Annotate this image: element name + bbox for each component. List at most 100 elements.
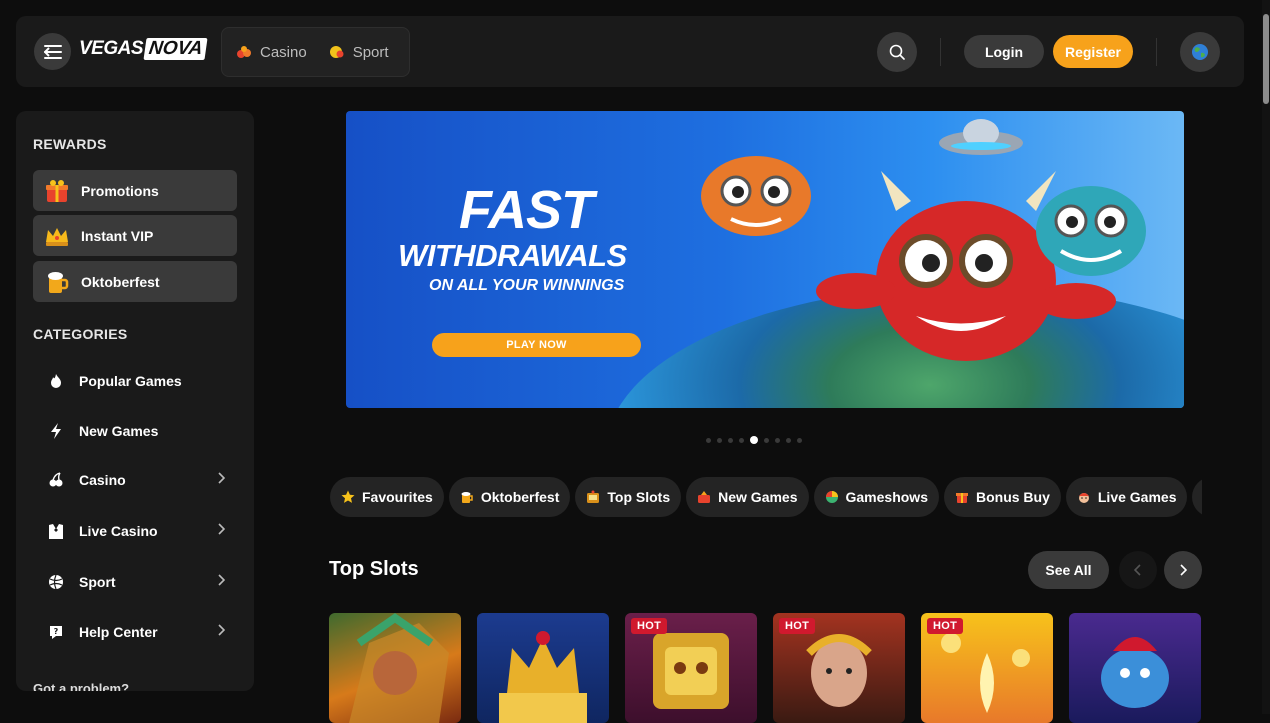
sidebar-item-instant-vip[interactable]: Instant VIP: [33, 215, 237, 256]
hot-badge: HOT: [927, 618, 964, 634]
rewards-title: REWARDS: [33, 136, 107, 152]
game-card[interactable]: [329, 613, 461, 723]
sidebar-item-popular-games[interactable]: Popular Games: [33, 363, 237, 399]
chip-bonus-buy[interactable]: Bonus Buy: [943, 477, 1061, 517]
new-icon: [698, 491, 711, 503]
see-all-button[interactable]: See All: [1028, 551, 1109, 589]
carousel-prev-button[interactable]: [1119, 551, 1157, 589]
sidebar-item-label: Live Casino: [79, 523, 158, 539]
nav-casino-label: Casino: [260, 43, 307, 61]
help-icon: ?: [50, 626, 62, 639]
carousel-dot[interactable]: [797, 437, 802, 443]
chip-label: Gameshows: [845, 489, 928, 505]
chip-live-games[interactable]: Live Games: [1065, 477, 1188, 517]
sidebar-item-label: Casino: [79, 472, 126, 488]
header-divider: [1156, 38, 1157, 66]
chip-gameshows[interactable]: Gameshows: [813, 477, 939, 517]
sidebar-item-label: Help Center: [79, 624, 158, 640]
chip-new-games[interactable]: New Games: [686, 477, 809, 517]
chevron-right-icon: [218, 574, 225, 586]
chip-label: Favourites: [362, 489, 433, 505]
sidebar-item-help-center[interactable]: ? Help Center: [33, 614, 237, 650]
game-card[interactable]: HOT: [773, 613, 905, 723]
banner-tagline: ON ALL YOUR WINNINGS: [429, 277, 625, 294]
slot-icon: [587, 490, 600, 503]
carousel-dot[interactable]: [775, 437, 780, 443]
section-title-top-slots: Top Slots: [329, 558, 419, 580]
globe-icon: [1192, 44, 1208, 60]
game-card[interactable]: [1069, 613, 1201, 723]
wild-crown-art: [499, 631, 587, 723]
game-card[interactable]: HOT: [921, 613, 1053, 723]
nav-sport-link[interactable]: Sport: [329, 44, 389, 61]
casino-icon: [237, 46, 251, 58]
promo-banner[interactable]: FAST WITHDRAWALS ON ALL YOUR WINNINGS PL…: [346, 111, 1184, 408]
sidebar-item-live-casino[interactable]: Live Casino: [33, 513, 237, 549]
search-button[interactable]: [877, 32, 917, 72]
sidebar-item-label: Popular Games: [79, 373, 182, 389]
categories-title: CATEGORIES: [33, 326, 128, 342]
gift-icon: [41, 175, 73, 207]
chip-oktoberfest[interactable]: Oktoberfest: [448, 477, 571, 517]
problem-text: Got a problem?: [33, 681, 130, 691]
wheel-icon: [825, 491, 838, 503]
carousel-dot[interactable]: [786, 437, 791, 443]
crown-icon: [41, 220, 73, 252]
sport-icon: [329, 46, 344, 58]
nav-casino-link[interactable]: Casino: [236, 44, 307, 61]
chip-more[interactable]: [1192, 477, 1202, 517]
carousel-dot[interactable]: [739, 437, 744, 443]
sidebar-item-label: Oktoberfest: [81, 273, 160, 290]
register-button[interactable]: Register: [1053, 35, 1133, 68]
menu-button[interactable]: [34, 33, 71, 70]
chip-top-slots[interactable]: Top Slots: [575, 477, 682, 517]
svg-text:?: ?: [54, 627, 59, 636]
main-nav: Casino Sport: [221, 27, 410, 77]
carousel-dot[interactable]: [717, 437, 722, 443]
sidebar-item-new-games[interactable]: New Games: [33, 413, 237, 449]
flame-icon: [51, 374, 61, 388]
search-icon: [889, 44, 905, 60]
aztec-warrior-art: [349, 613, 449, 723]
chip-label: Oktoberfest: [480, 489, 560, 505]
category-chip-bar: Favourites Oktoberfest Top Slots New Gam…: [330, 477, 1202, 519]
carousel-dot[interactable]: [750, 436, 758, 444]
scrollbar-thumb[interactable]: [1263, 14, 1269, 104]
chip-label: New Games: [718, 489, 798, 505]
chip-label: Bonus Buy: [975, 489, 1050, 505]
carousel-dot[interactable]: [764, 437, 769, 443]
orange-creature-mascot: [701, 156, 811, 236]
carousel-dots: [706, 436, 802, 444]
page-scrollbar[interactable]: [1262, 0, 1270, 714]
chip-favourites[interactable]: Favourites: [330, 477, 444, 517]
chevron-right-icon: [218, 624, 225, 636]
play-now-button[interactable]: PLAY NOW: [432, 333, 641, 357]
logo-text-nova: NOVA: [143, 38, 209, 60]
beer-icon: [41, 266, 73, 298]
game-card[interactable]: HOT: [625, 613, 757, 723]
language-button[interactable]: [1180, 32, 1220, 72]
ball-icon: [49, 574, 63, 590]
header-divider: [940, 38, 941, 66]
logo-text-vegas: VEGAS: [79, 38, 144, 59]
sidebar-item-casino[interactable]: Casino: [33, 462, 237, 498]
top-header: VEGAS NOVA Casino Sport Login Register: [16, 16, 1244, 87]
sidebar-item-label: Sport: [79, 574, 116, 590]
carousel-dot[interactable]: [706, 437, 711, 443]
sidebar-item-promotions[interactable]: Promotions: [33, 170, 237, 211]
live-icon: [1078, 493, 1089, 503]
carousel-next-button[interactable]: [1164, 551, 1202, 589]
sidebar-item-label: Instant VIP: [81, 227, 154, 244]
chevron-right-icon: [218, 472, 225, 484]
vegasnova-logo[interactable]: VEGAS NOVA: [79, 38, 209, 60]
ufo-illustration: [939, 119, 1023, 155]
chip-label: Live Games: [1097, 489, 1177, 505]
hot-badge: HOT: [631, 618, 668, 634]
sidebar: REWARDS Promotions Instant VIP Oktoberfe…: [16, 111, 254, 691]
carousel-dot[interactable]: [728, 437, 733, 443]
sidebar-item-sport[interactable]: Sport: [33, 564, 237, 600]
sidebar-item-oktoberfest[interactable]: Oktoberfest: [33, 261, 237, 302]
login-button[interactable]: Login: [964, 35, 1044, 68]
game-card[interactable]: [477, 613, 609, 723]
hamburger-icon: [43, 44, 62, 59]
